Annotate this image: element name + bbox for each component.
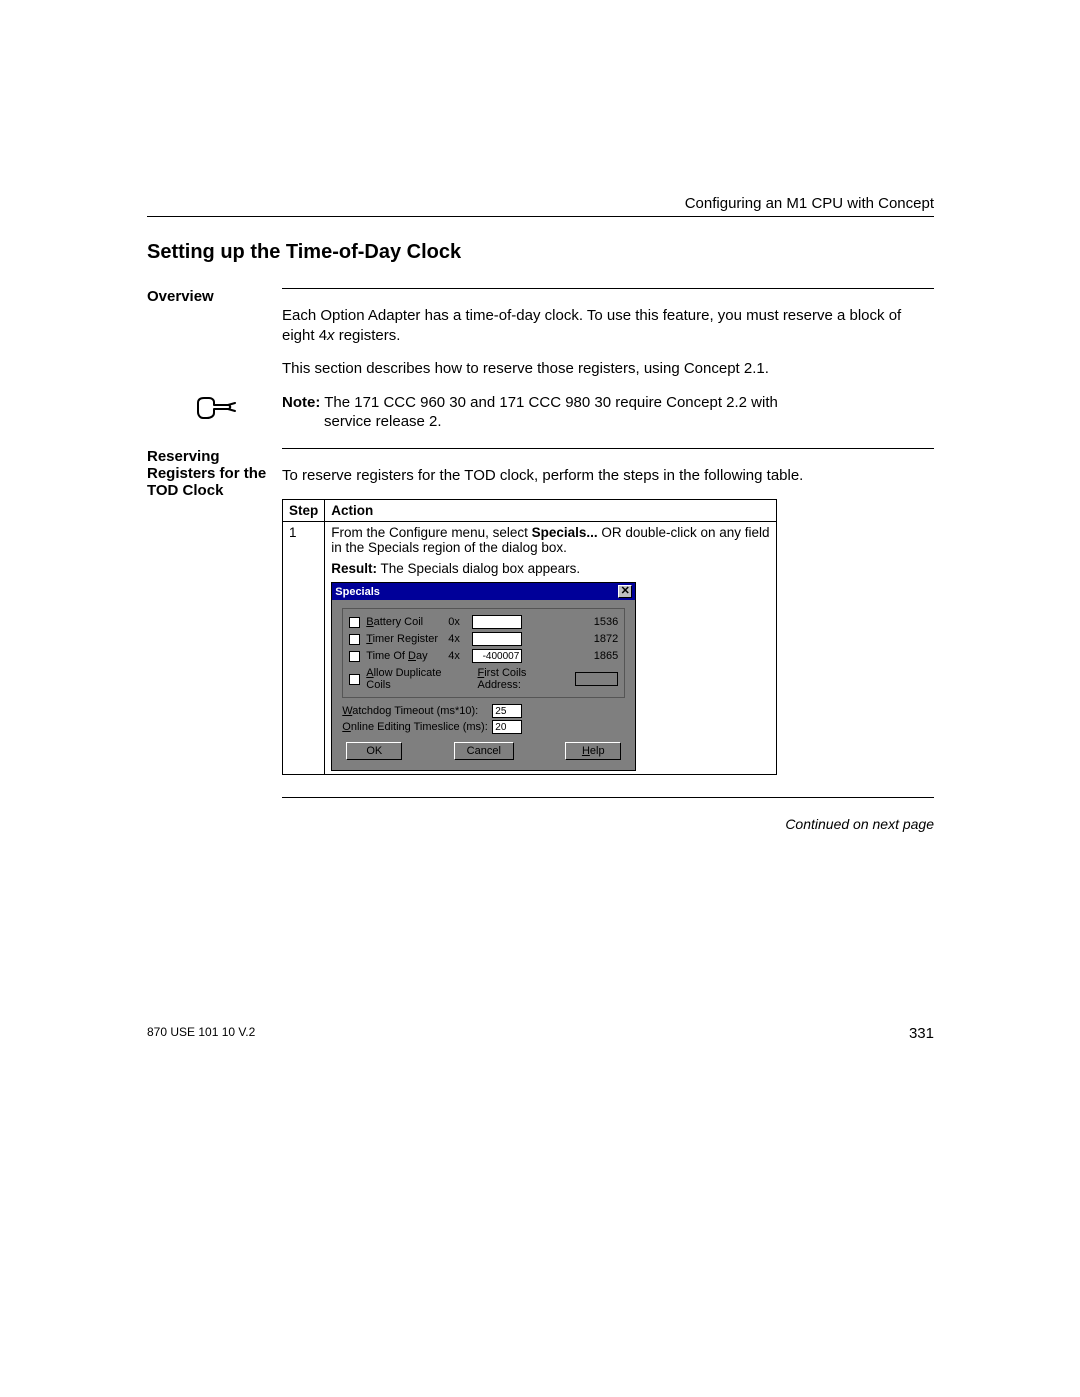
- dialog-title: Specials: [335, 586, 380, 598]
- text: From the Configure menu, select: [331, 525, 531, 540]
- checkbox-dup[interactable]: [349, 674, 360, 685]
- section-rule: [282, 288, 934, 289]
- note-prefix: Note:: [282, 394, 320, 411]
- continued-text: Continued on next page: [282, 816, 934, 832]
- battery-label: Battery Coil: [366, 616, 448, 628]
- running-header: Configuring an M1 CPU with Concept: [147, 195, 934, 212]
- th-step: Step: [283, 500, 325, 522]
- first-coils-label: First Coils Address:: [477, 667, 570, 691]
- specials-dialog: Specials ✕ Battery Coil 0x: [331, 582, 636, 771]
- checkbox-battery[interactable]: [349, 617, 360, 628]
- ok-button[interactable]: OK: [346, 742, 402, 760]
- timeslice-label: Online Editing Timeslice (ms):: [342, 721, 492, 733]
- table-row: 1 From the Configure menu, select Specia…: [283, 522, 777, 775]
- text: TOD Clock: [147, 482, 223, 499]
- step-action: From the Configure menu, select Specials…: [325, 522, 777, 775]
- text: Reserving: [147, 448, 220, 465]
- overview-paragraph-1: Each Option Adapter has a time-of-day cl…: [282, 306, 934, 345]
- timeslice-input[interactable]: 20: [492, 720, 522, 734]
- timer-label: Timer Register: [366, 633, 448, 645]
- text: The Specials dialog box appears.: [377, 561, 580, 576]
- reserving-intro: To reserve registers for the TOD clock, …: [282, 466, 934, 486]
- watchdog-label: Watchdog Timeout (ms*10):: [342, 705, 492, 717]
- battery-prefix: 0x: [448, 616, 472, 628]
- watchdog-input[interactable]: 25: [492, 704, 522, 718]
- tod-input[interactable]: -400007: [472, 649, 522, 663]
- tod-label: Time Of Day: [366, 650, 448, 662]
- text-bold: Specials...: [532, 525, 598, 540]
- timer-prefix: 4x: [448, 633, 472, 645]
- text-italic: x: [327, 327, 335, 344]
- text: registers.: [335, 327, 401, 344]
- overview-paragraph-2: This section describes how to reserve th…: [282, 359, 934, 379]
- footer-page-number: 331: [909, 1025, 934, 1042]
- tod-prefix: 4x: [448, 650, 472, 662]
- page-title: Setting up the Time-of-Day Clock: [147, 241, 934, 264]
- close-icon[interactable]: ✕: [618, 585, 632, 598]
- first-coils-input[interactable]: [575, 672, 618, 686]
- pointing-hand-icon: [195, 393, 239, 425]
- text: The 171 CCC 960 30 and 171 CCC 980 30 re…: [324, 394, 778, 411]
- battery-input[interactable]: [472, 615, 522, 629]
- th-action: Action: [325, 500, 777, 522]
- checkbox-timer[interactable]: [349, 634, 360, 645]
- checkbox-tod[interactable]: [349, 651, 360, 662]
- text: service release 2.: [324, 412, 934, 432]
- timer-input[interactable]: [472, 632, 522, 646]
- footer-doc-id: 870 USE 101 10 V.2: [147, 1025, 255, 1042]
- note-text: Note: The 171 CCC 960 30 and 171 CCC 980…: [282, 393, 934, 432]
- tod-avail: 1865: [528, 650, 618, 662]
- result-prefix: Result:: [331, 561, 377, 576]
- help-button[interactable]: Help: [565, 742, 621, 760]
- cancel-button[interactable]: Cancel: [454, 742, 514, 760]
- timer-avail: 1872: [528, 633, 618, 645]
- allow-dup-label: Allow Duplicate Coils: [366, 667, 467, 691]
- header-rule: [147, 216, 934, 217]
- battery-avail: 1536: [528, 616, 618, 628]
- section-rule: [282, 797, 934, 798]
- side-label-reserving: Reserving Registers for the TOD Clock: [147, 448, 282, 833]
- step-number: 1: [283, 522, 325, 775]
- side-label-overview: Overview: [147, 288, 282, 393]
- text: Registers for the: [147, 465, 266, 482]
- steps-table: Step Action 1 From the Configure menu, s…: [282, 499, 777, 775]
- registers-group: Battery Coil 0x 1536 Timer Register: [342, 608, 625, 698]
- section-rule: [282, 448, 934, 449]
